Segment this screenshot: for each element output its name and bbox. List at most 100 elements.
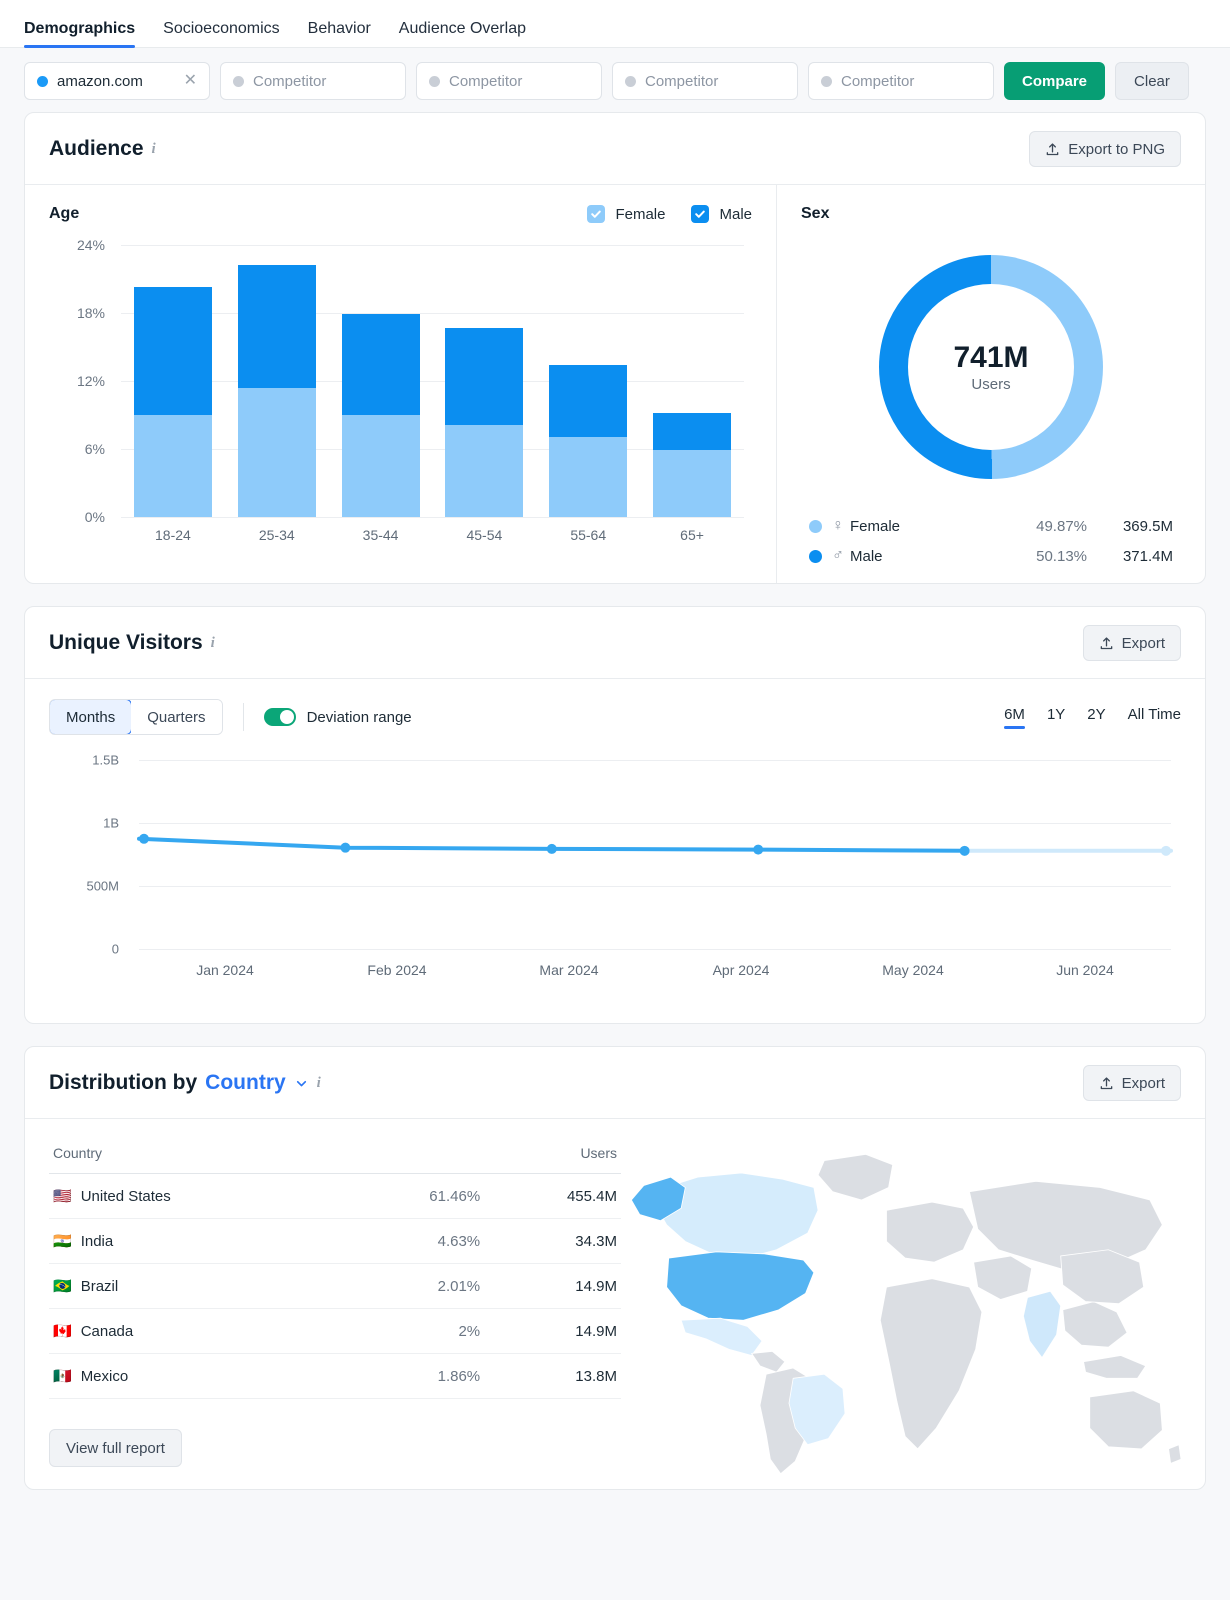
sex-donut-chart: 741M Users: [801, 247, 1181, 487]
sex-legend-row-female[interactable]: ♀ Female 49.87% 369.5M: [801, 511, 1181, 541]
stacked-bar[interactable]: [445, 327, 524, 517]
table-row[interactable]: 🇨🇦 Canada 2% 14.9M: [49, 1308, 621, 1354]
stacked-bar[interactable]: [341, 314, 420, 517]
data-point[interactable]: [546, 843, 557, 854]
bar-segment-female[interactable]: [445, 425, 524, 517]
close-icon[interactable]: ✕: [180, 73, 197, 89]
bar-group[interactable]: [225, 245, 329, 517]
cell-percent: 2%: [345, 1308, 485, 1354]
info-icon[interactable]: i: [152, 141, 156, 158]
bar-series-container: [121, 245, 744, 517]
competitor-input-1[interactable]: Competitor: [220, 62, 406, 100]
competitor-input-2[interactable]: Competitor: [416, 62, 602, 100]
distribution-title-group: Distribution by Country i: [49, 1071, 321, 1095]
x-tick-label: 55-64: [570, 527, 607, 543]
bar-segment-female[interactable]: [549, 436, 628, 517]
cell-percent: 1.86%: [345, 1353, 485, 1399]
country-name: United States: [80, 1188, 171, 1205]
country-name: Canada: [80, 1323, 134, 1340]
world-map[interactable]: [621, 1137, 1182, 1489]
data-point[interactable]: [340, 842, 351, 853]
granularity-quarters[interactable]: Quarters: [131, 700, 222, 734]
y-tick-label: 500M: [86, 878, 119, 894]
map-country-united-states: [666, 1251, 815, 1321]
tab-demographics[interactable]: Demographics: [24, 21, 149, 48]
toggle-switch-icon[interactable]: [263, 708, 296, 726]
x-tick-label: Jun 2024: [1056, 962, 1114, 978]
bar-segment-male[interactable]: [133, 286, 212, 415]
export-to-png-button[interactable]: Export to PNG: [1029, 131, 1181, 167]
bar-group[interactable]: [536, 245, 640, 517]
bar-group[interactable]: [121, 245, 225, 517]
clear-button[interactable]: Clear: [1115, 62, 1189, 100]
tab-audience-overlap[interactable]: Audience Overlap: [385, 21, 540, 47]
data-point[interactable]: [1161, 845, 1171, 856]
x-tick-label: May 2024: [882, 962, 944, 978]
competitor-input-3[interactable]: Competitor: [612, 62, 798, 100]
bar-group[interactable]: [640, 245, 744, 517]
bar-group[interactable]: [329, 245, 433, 517]
domain-chip-amazon[interactable]: amazon.com ✕: [24, 62, 210, 100]
range-2y[interactable]: 2Y: [1087, 706, 1105, 729]
stacked-bar[interactable]: [133, 286, 212, 517]
distribution-dimension-link[interactable]: Country: [205, 1071, 286, 1095]
x-tick-label: 65+: [680, 527, 704, 543]
legend-checkbox-male[interactable]: Male: [691, 205, 752, 223]
bar-segment-male[interactable]: [549, 365, 628, 437]
donut-center-label: Users: [971, 376, 1011, 393]
cell-country: 🇺🇸 United States: [49, 1173, 346, 1219]
deviation-range-toggle[interactable]: Deviation range: [263, 708, 412, 726]
cell-country: 🇲🇽 Mexico: [49, 1353, 346, 1399]
info-icon[interactable]: i: [211, 635, 215, 652]
bar-segment-female[interactable]: [237, 387, 316, 517]
competitor-placeholder: Competitor: [253, 72, 327, 90]
unique-visitors-controls: Months Quarters Deviation range 6M 1Y 2Y…: [49, 699, 1181, 735]
sex-legend-row-male[interactable]: ♂ Male 50.13% 371.4M: [801, 541, 1181, 571]
table-row[interactable]: 🇧🇷 Brazil 2.01% 14.9M: [49, 1263, 621, 1309]
age-section-title: Age: [49, 205, 80, 222]
cell-users: 13.8M: [484, 1353, 621, 1399]
age-header: Age Female Male: [49, 205, 752, 223]
bar-segment-female[interactable]: [133, 415, 212, 517]
bar-group[interactable]: [432, 245, 536, 517]
competitor-input-4[interactable]: Competitor: [808, 62, 994, 100]
granularity-months[interactable]: Months: [49, 700, 133, 734]
table-row[interactable]: 🇺🇸 United States 61.46% 455.4M: [49, 1173, 621, 1219]
data-point[interactable]: [959, 845, 970, 856]
bar-segment-female[interactable]: [653, 450, 732, 517]
table-row[interactable]: 🇮🇳 India 4.63% 34.3M: [49, 1218, 621, 1264]
x-tick-label: Mar 2024: [539, 962, 599, 978]
range-all-time[interactable]: All Time: [1128, 706, 1181, 729]
donut-ring: 741M Users: [879, 255, 1103, 479]
bar-segment-male[interactable]: [653, 412, 732, 451]
export-button[interactable]: Export: [1082, 1065, 1181, 1101]
tab-socioeconomics[interactable]: Socioeconomics: [149, 21, 294, 47]
compare-button[interactable]: Compare: [1004, 62, 1106, 100]
table-row[interactable]: 🇲🇽 Mexico 1.86% 13.8M: [49, 1353, 621, 1399]
y-tick-label: 0: [111, 941, 119, 957]
range-1y[interactable]: 1Y: [1047, 706, 1065, 729]
stacked-bar[interactable]: [237, 265, 316, 517]
range-6m[interactable]: 6M: [1004, 706, 1025, 729]
bar-segment-male[interactable]: [341, 314, 420, 415]
time-range-selector: 6M 1Y 2Y All Time: [1004, 706, 1181, 729]
bar-chart-plot-area: [121, 245, 744, 518]
tab-label: Behavior: [307, 20, 371, 37]
bar-segment-male[interactable]: [445, 327, 524, 426]
donut-center: 741M Users: [908, 284, 1074, 450]
stacked-bar[interactable]: [653, 412, 732, 517]
data-point[interactable]: [139, 833, 149, 844]
chevron-down-icon[interactable]: [294, 1076, 309, 1091]
info-icon[interactable]: i: [317, 1075, 321, 1092]
distribution-body: Country Users 🇺🇸 United States 61.46% 455.4…: [25, 1118, 1205, 1489]
export-button[interactable]: Export: [1082, 625, 1181, 661]
legend-checkbox-female[interactable]: Female: [587, 205, 665, 223]
legend-label-female: Female: [615, 205, 666, 223]
bar-segment-male[interactable]: [237, 265, 316, 388]
view-full-report-button[interactable]: View full report: [49, 1429, 182, 1467]
data-point[interactable]: [753, 844, 764, 855]
country-name: Brazil: [80, 1278, 119, 1295]
stacked-bar[interactable]: [549, 365, 628, 517]
tab-behavior[interactable]: Behavior: [294, 21, 385, 47]
bar-segment-female[interactable]: [341, 415, 420, 517]
